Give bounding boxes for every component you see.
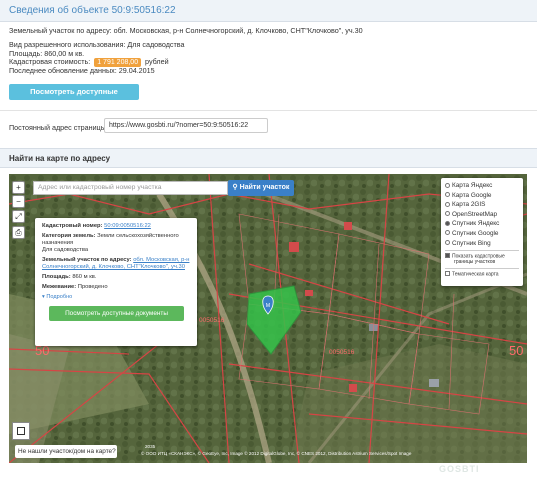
updated-row: Последнее обновление данных: 29.04.2015 <box>9 66 155 75</box>
permalink-label: Постоянный адрес страницы: <box>9 123 108 132</box>
radio-icon <box>445 182 450 188</box>
thematic-label: Тематическая карта <box>452 271 499 278</box>
radio-selected-icon <box>445 220 450 226</box>
address-row: Земельный участок по адресу: обл. Москов… <box>9 26 363 35</box>
checkbox-icon <box>445 270 450 276</box>
address-value: обл. Московская, р-н Солнечногорский, д.… <box>113 26 363 35</box>
layer-label: Спутник Яндекс <box>452 220 500 228</box>
not-found-link[interactable]: Не нашли участок/дом на карте? <box>15 445 117 458</box>
layer-label: Спутник Google <box>452 229 499 237</box>
popup-category-row: Категория земель: Земли сельскохозяйстве… <box>42 233 190 254</box>
layer-option-osm[interactable]: OpenStreetMap <box>445 210 519 220</box>
popup-view-documents-button[interactable]: Посмотреть доступные документы <box>49 306 184 321</box>
layer-divider <box>445 250 519 252</box>
search-icon: ⚲ <box>232 184 238 191</box>
find-parcel-button[interactable]: ⚲ Найти участок <box>228 180 294 196</box>
layer-label: Карта Яндекс <box>452 182 493 189</box>
divider <box>0 110 537 111</box>
permalink-input[interactable]: https://www.gosbti.ru/?nomer=50:9:50516:… <box>104 118 268 133</box>
map-copyright: © ООО ИТЦ «СКАНЭКС», © GeoEye, Inc, Imag… <box>141 451 412 456</box>
layer-option-bing-satellite[interactable]: Спутник Bing <box>445 239 519 249</box>
square-icon <box>17 427 25 435</box>
popup-more-link[interactable]: ▾ Подробно <box>42 294 190 300</box>
object-header: Сведения об объекте 50:9:50516:22 <box>0 0 537 22</box>
zoom-out-button[interactable]: − <box>12 195 25 208</box>
popup-cad-link[interactable]: 50:09:0050516:22 <box>104 223 151 229</box>
map-square-tool-button[interactable] <box>12 422 30 440</box>
layer-label: OpenStreetMap <box>452 210 498 218</box>
map-big-50-right: 50 <box>509 343 523 358</box>
popup-more-label: Подробно <box>46 294 73 300</box>
layer-label: Спутник Bing <box>452 239 491 247</box>
popup-survey-value: Проведено <box>77 284 108 290</box>
address-label: Земельный участок по адресу: <box>9 26 112 35</box>
print-icon[interactable]: ⎙ <box>12 226 25 239</box>
popup-survey-row: Межевание: Проведено <box>42 284 190 291</box>
use-label: Вид разрешенного использования: <box>9 40 126 49</box>
block-code-center: 0050516 <box>329 349 355 356</box>
radio-icon <box>445 201 450 207</box>
block-code-left: 0050516 <box>199 317 225 324</box>
layer-option-2gis-map[interactable]: Карта 2GIS <box>445 200 519 210</box>
find-parcel-label: Найти участок <box>239 184 290 191</box>
updated-value: 29.04.2015 <box>118 66 155 75</box>
popup-area-value: 860 м кв. <box>72 274 97 280</box>
map-section-header: Найти на карте по адресу <box>0 148 537 168</box>
updated-label: Последнее обновление данных: <box>9 66 117 75</box>
radio-icon <box>445 230 450 236</box>
view-documents-button[interactable]: Посмотреть доступные документы <box>9 84 139 112</box>
map-section-title: Найти на карте по адресу <box>9 154 111 163</box>
layer-divider <box>445 267 519 269</box>
thematic-map-checkbox[interactable]: Тематическая карта <box>445 270 519 278</box>
zoom-in-button[interactable]: + <box>12 181 25 194</box>
fullscreen-icon[interactable]: ⤢ <box>12 210 25 223</box>
use-row: Вид разрешенного использования: Для садо… <box>9 40 185 49</box>
checkbox-checked-icon <box>445 253 450 259</box>
popup-cad-label: Кадастровый номер: <box>42 223 103 229</box>
radio-icon <box>445 211 450 217</box>
popup-category-label: Категория земель: <box>42 233 96 239</box>
show-borders-label-2: границы участков <box>454 259 496 266</box>
parcel-popup: Кадастровый номер: 50:09:0050516:22 Кате… <box>35 218 197 346</box>
object-title: Сведения об объекте 50:9:50516:22 <box>9 5 176 16</box>
cost-unit: рублей <box>145 57 169 66</box>
popup-area-label: Площадь: <box>42 274 71 280</box>
popup-use-value: Для садоводства <box>42 247 89 253</box>
layer-switcher: Карта Яндекс Карта Google Карта 2GIS Ope… <box>441 178 523 286</box>
marker-label: M <box>266 303 270 309</box>
layer-option-google-map[interactable]: Карта Google <box>445 191 519 201</box>
watermark-text: GOSBTI <box>439 464 480 474</box>
popup-cad-row: Кадастровый номер: 50:09:0050516:22 <box>42 223 190 230</box>
radio-icon <box>445 240 450 246</box>
layer-option-google-satellite[interactable]: Спутник Google <box>445 229 519 239</box>
use-value: Для садоводства <box>127 40 185 49</box>
chevron-down-icon: ▾ <box>42 294 45 300</box>
map-scale-label: 2035 <box>145 444 156 449</box>
popup-area-row: Площадь: 860 м кв. <box>42 274 190 281</box>
cost-label: Кадастровая стоимость: <box>9 57 91 66</box>
map-search-input[interactable]: Адрес или кадастровый номер участка <box>33 181 228 195</box>
satellite-map[interactable]: M 0050516 0050516 50 50 + − ⤢ ⎙ Адрес ил… <box>9 174 527 463</box>
popup-address-label: Земельный участок по адресу: <box>42 257 132 263</box>
popup-address-row: Земельный участок по адресу: обл. Москов… <box>42 257 190 271</box>
layer-label: Карта 2GIS <box>452 201 486 209</box>
radio-icon <box>445 192 450 198</box>
show-borders-checkbox[interactable]: Показать кадастровые границы участков <box>445 253 519 266</box>
layer-label: Карта Google <box>452 191 492 199</box>
layer-option-yandex-satellite[interactable]: Спутник Яндекс <box>445 219 519 229</box>
popup-survey-label: Межевание: <box>42 284 77 290</box>
layer-option-yandex-map[interactable]: Карта Яндекс <box>445 181 519 191</box>
watermark-logo: GOSBTI <box>437 464 480 474</box>
